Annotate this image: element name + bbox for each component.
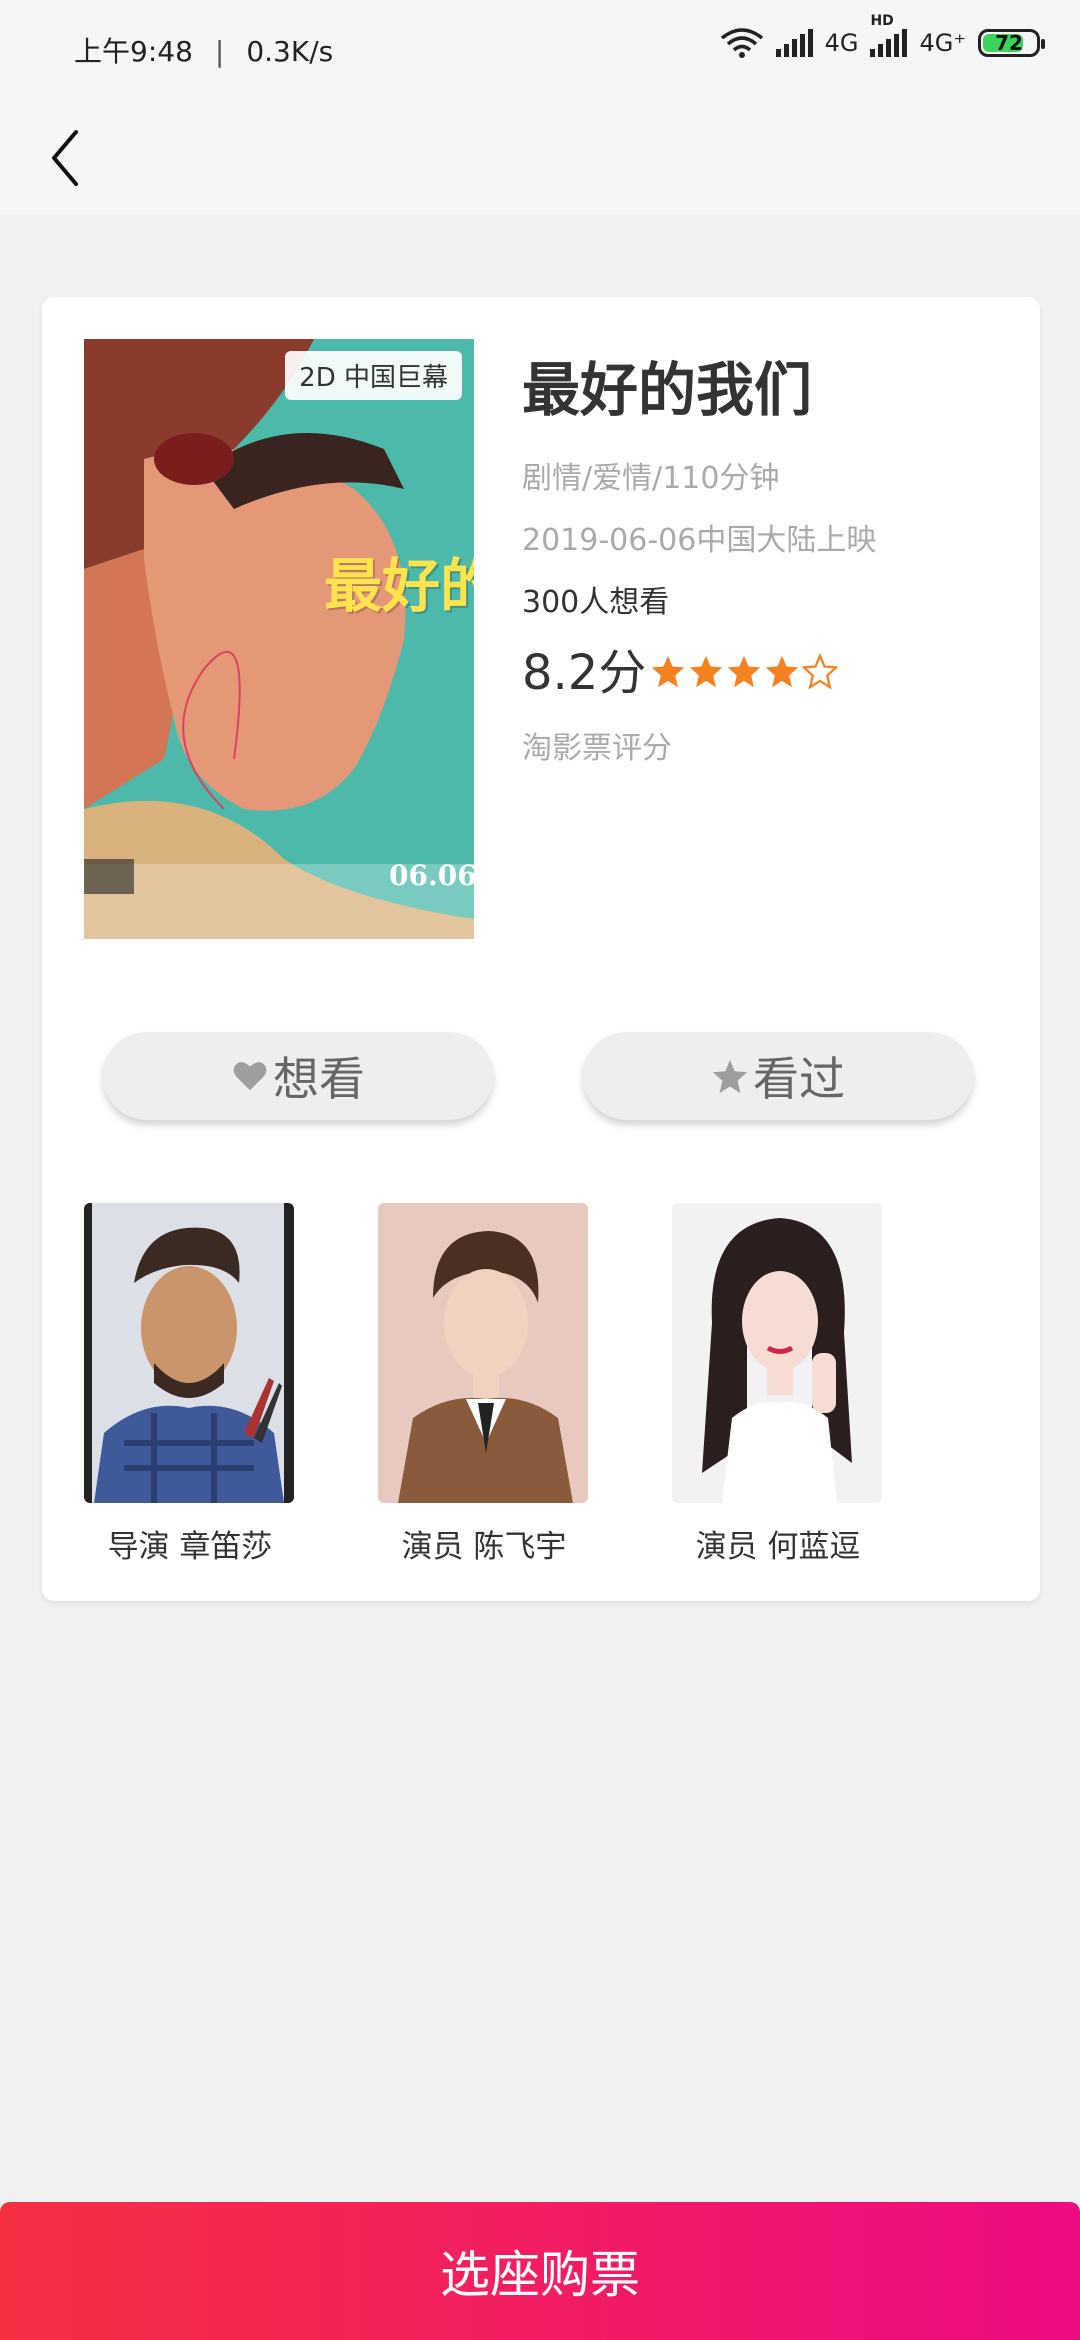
movie-genre: 剧情/爱情/110分钟: [522, 460, 780, 496]
status-left: 上午9:48 | 0.3K/s: [74, 30, 333, 70]
actress-portrait: [672, 1203, 882, 1503]
movie-want-count: 300人想看: [522, 584, 670, 620]
status-time: 上午9:48: [74, 35, 193, 68]
movie-title: 最好的我们: [522, 356, 813, 424]
status-separator: |: [214, 35, 225, 68]
status-bar: 上午9:48 | 0.3K/s 4G HD 4G⁺ 72: [0, 0, 1080, 100]
star-filled-icon: [690, 655, 723, 687]
cast-role-name: 演员 陈飞宇: [401, 1529, 567, 1565]
heart-icon: [233, 1062, 267, 1091]
poster-date: 06.06: [389, 859, 474, 892]
want-to-see-label: 想看: [273, 1052, 365, 1106]
movie-card: 最好的我们 06.06 2D 中国巨幕 最好的我们 剧情/爱情/110分钟 20…: [42, 297, 1040, 1601]
signal-icon: [775, 29, 813, 57]
cast-item[interactable]: 演员 陈飞宇: [378, 1203, 590, 1566]
network-type-2: 4G⁺: [919, 29, 966, 57]
seen-button[interactable]: 看过: [583, 1032, 973, 1120]
cast-item[interactable]: 导演 章笛莎: [84, 1203, 296, 1566]
cast-photo: [84, 1203, 294, 1503]
movie-release-date: 2019-06-06中国大陆上映: [522, 522, 877, 558]
nav-bar: [0, 100, 1080, 214]
score-source: 淘影票评分: [522, 730, 672, 766]
movie-score: 8.2分: [522, 644, 647, 701]
wifi-icon: [720, 28, 763, 58]
poster-format-tag: 2D 中国巨幕: [285, 351, 462, 400]
status-right: 4G HD 4G⁺ 72: [720, 13, 1045, 58]
star-filled-icon: [652, 655, 685, 687]
chevron-left-icon[interactable]: [40, 120, 100, 190]
battery-icon: 72: [978, 29, 1045, 57]
status-net-speed: 0.3K/s: [246, 35, 334, 68]
star-icon: [712, 1059, 748, 1094]
cast-role-name: 导演 章笛莎: [107, 1529, 273, 1565]
poster-artwork: [84, 339, 474, 939]
cast-role-name: 演员 何蓝逗: [695, 1529, 861, 1565]
score-row: 8.2分: [522, 633, 1002, 703]
cast-photo: [672, 1203, 882, 1503]
movie-poster[interactable]: 最好的我们 06.06 2D 中国巨幕: [84, 339, 474, 939]
want-to-see-button[interactable]: 想看: [103, 1032, 493, 1120]
star-empty-icon: [802, 652, 839, 689]
director-portrait: [84, 1203, 294, 1503]
poster-title-art: 最好的我们: [324, 552, 474, 620]
rating-stars: [650, 652, 839, 689]
actor-portrait: [378, 1203, 588, 1503]
hd-label: HD: [870, 13, 894, 29]
seen-label: 看过: [753, 1052, 845, 1106]
cast-item[interactable]: 演员 何蓝逗: [672, 1203, 884, 1566]
cast-photo: [378, 1203, 588, 1503]
battery-level: 72: [995, 31, 1023, 55]
movie-info: 最好的我们 剧情/爱情/110分钟 2019-06-06中国大陆上映 300人想…: [522, 356, 1002, 767]
buy-ticket-button[interactable]: 选座购票: [0, 2202, 1080, 2340]
star-filled-icon: [728, 655, 761, 687]
signal-icon-2: HD: [870, 13, 908, 57]
buy-ticket-label: 选座购票: [440, 2246, 640, 2304]
star-filled-icon: [766, 655, 799, 687]
network-type-1: 4G: [824, 29, 859, 57]
